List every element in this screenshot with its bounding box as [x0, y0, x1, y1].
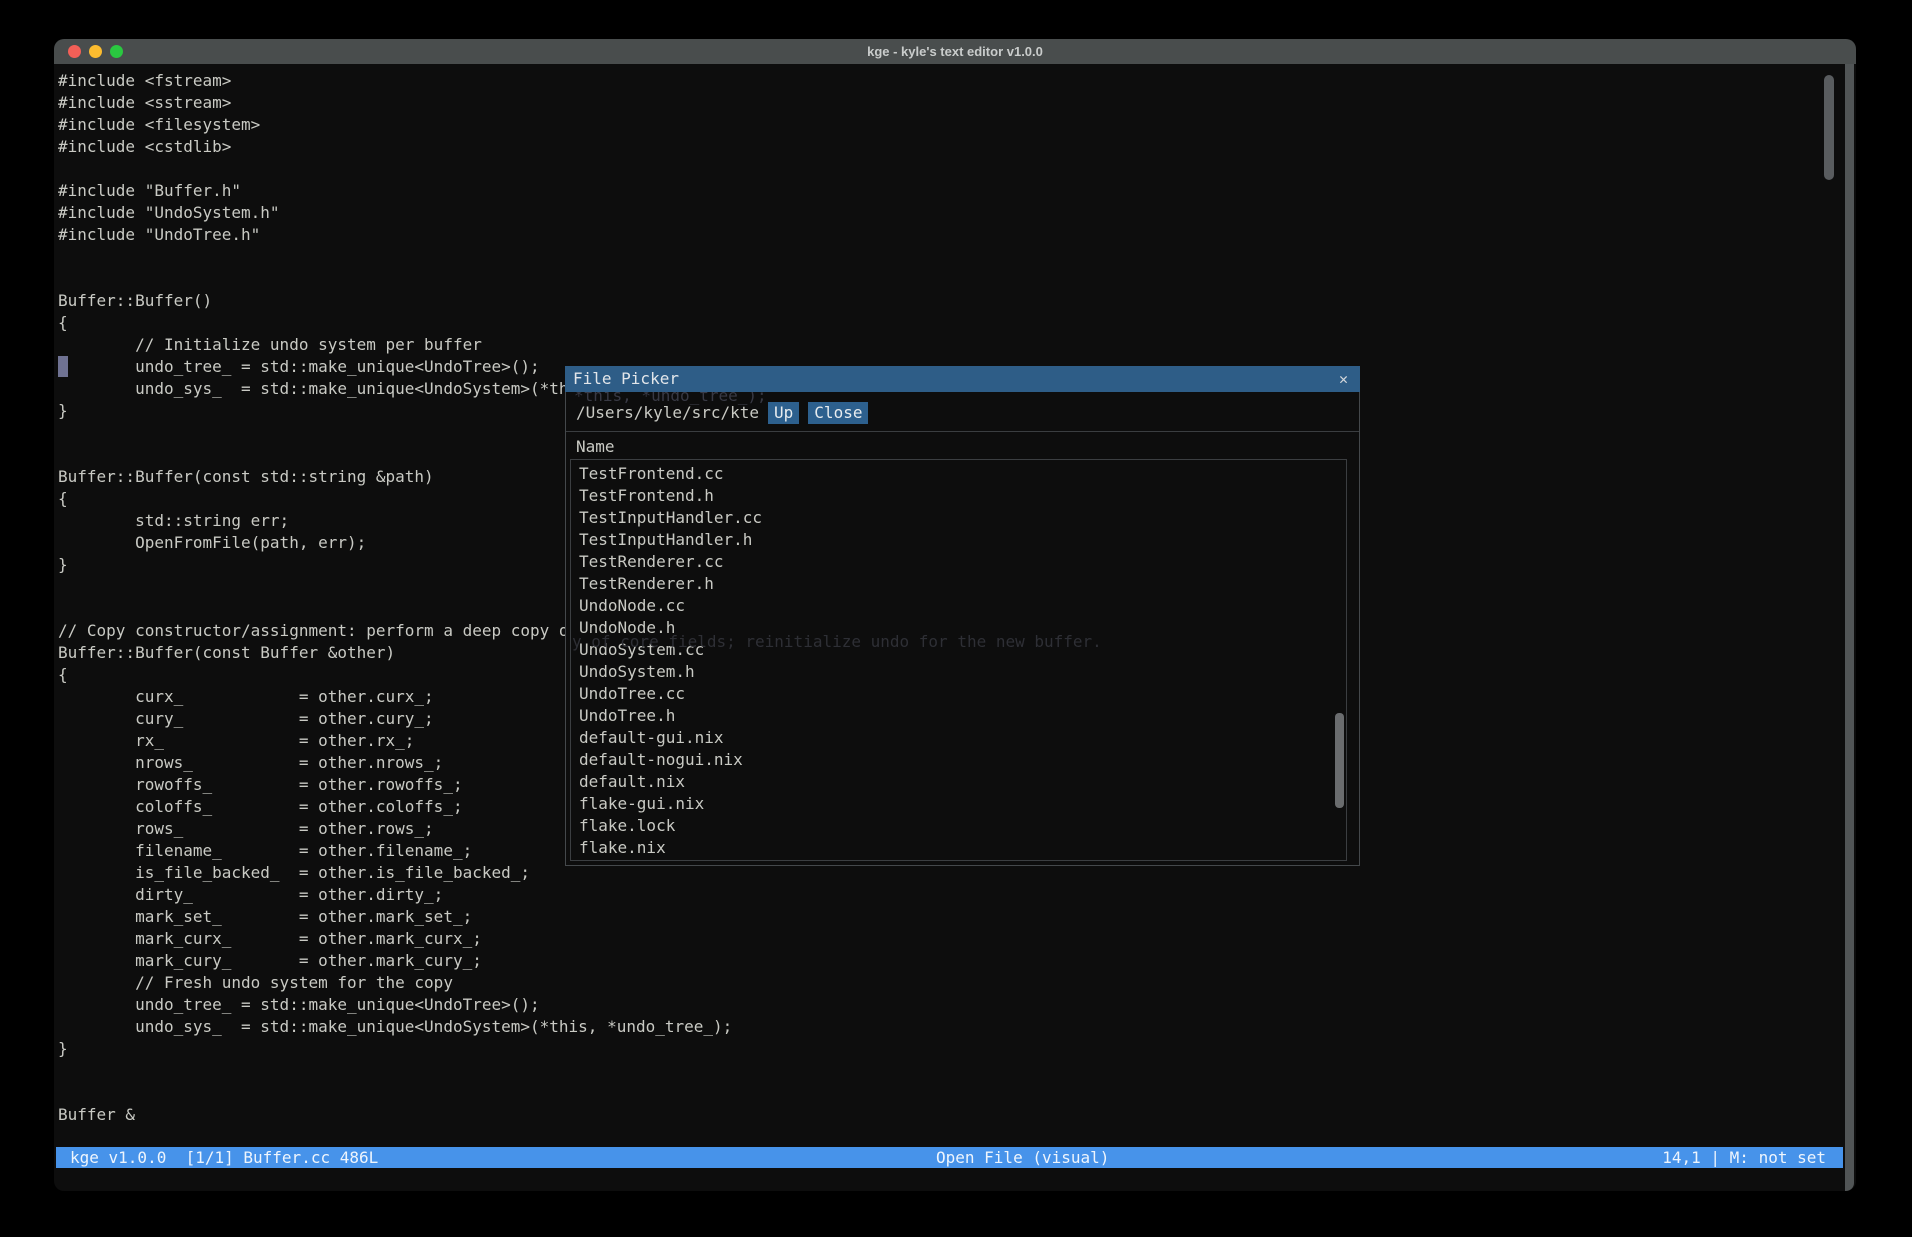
- minimize-window-icon[interactable]: [89, 45, 102, 58]
- close-window-icon[interactable]: [68, 45, 81, 58]
- file-item[interactable]: UndoNode.cc: [579, 595, 1346, 617]
- file-item[interactable]: TestRenderer.h: [579, 573, 1346, 595]
- status-bar: kge v1.0.0 [1/1] Buffer.cc 486L Open Fil…: [56, 1147, 1843, 1168]
- file-item[interactable]: TestInputHandler.cc: [579, 507, 1346, 529]
- file-item[interactable]: flake.nix: [579, 837, 1346, 859]
- file-picker-titlebar[interactable]: File Picker ✕: [565, 366, 1360, 392]
- divider: [566, 431, 1359, 432]
- file-item[interactable]: UndoTree.cc: [579, 683, 1346, 705]
- file-list-scrollbar-thumb[interactable]: [1335, 713, 1344, 808]
- file-item[interactable]: flake-gui.nix: [579, 793, 1346, 815]
- close-icon[interactable]: ✕: [1339, 366, 1348, 392]
- up-button[interactable]: Up: [768, 402, 799, 424]
- file-list[interactable]: TestFrontend.ccTestFrontend.hTestInputHa…: [570, 459, 1347, 861]
- window-titlebar[interactable]: kge - kyle's text editor v1.0.0: [54, 39, 1856, 64]
- close-button[interactable]: Close: [808, 402, 868, 424]
- file-item[interactable]: UndoSystem.h: [579, 661, 1346, 683]
- file-item[interactable]: TestFrontend.h: [579, 485, 1346, 507]
- window-scrollbar-track[interactable]: [1845, 64, 1854, 1191]
- file-item[interactable]: TestInputHandler.h: [579, 529, 1346, 551]
- editor-scrollbar-thumb[interactable]: [1824, 75, 1834, 180]
- file-item[interactable]: TestFrontend.cc: [579, 463, 1346, 485]
- zoom-window-icon[interactable]: [110, 45, 123, 58]
- file-picker-title: File Picker: [573, 366, 679, 392]
- window-title: kge - kyle's text editor v1.0.0: [867, 39, 1043, 64]
- file-item[interactable]: default-nogui.nix: [579, 749, 1346, 771]
- status-mode: Open File (visual): [936, 1147, 1109, 1168]
- status-version-file: kge v1.0.0 [1/1] Buffer.cc 486L: [70, 1147, 378, 1168]
- current-path: /Users/kyle/src/kte: [576, 402, 759, 424]
- file-picker-dialog: File Picker ✕ *this, *undo_tree_); /User…: [565, 366, 1360, 866]
- app-window: kge - kyle's text editor v1.0.0 #include…: [54, 39, 1856, 1191]
- file-item[interactable]: TestRenderer.cc: [579, 551, 1346, 573]
- file-item[interactable]: default-gui.nix: [579, 727, 1346, 749]
- status-cursor-mark: 14,1 | M: not set: [1662, 1147, 1826, 1168]
- column-header-name: Name: [576, 436, 615, 458]
- traffic-lights: [68, 45, 123, 58]
- path-row: /Users/kyle/src/kte Up Close: [566, 399, 1359, 427]
- file-item[interactable]: UndoTree.h: [579, 705, 1346, 727]
- ghost-code-text-middle: y of core fields; reinitialize undo for …: [572, 631, 1102, 653]
- file-item[interactable]: default.nix: [579, 771, 1346, 793]
- editor-content: #include <fstream> #include <sstream> #i…: [54, 64, 1856, 1191]
- file-item[interactable]: flake.lock: [579, 815, 1346, 837]
